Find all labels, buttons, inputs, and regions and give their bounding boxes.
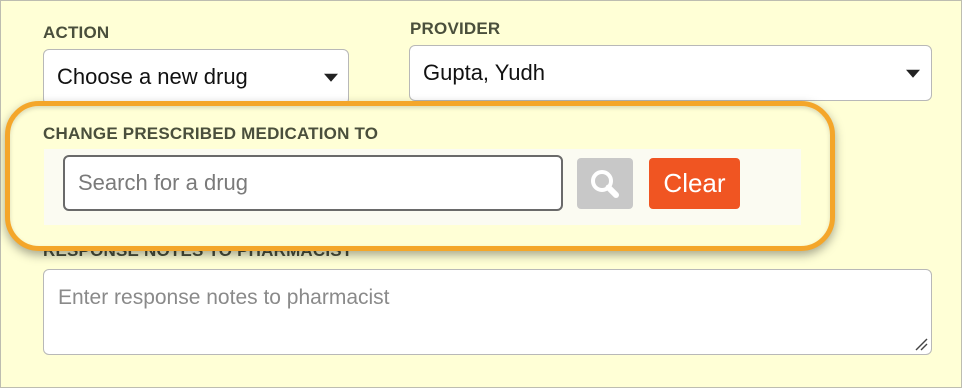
- search-button[interactable]: [577, 158, 633, 209]
- provider-select[interactable]: Gupta, Yudh: [409, 45, 932, 101]
- action-selected-value: Choose a new drug: [57, 64, 248, 89]
- provider-label: PROVIDER: [410, 19, 501, 38]
- notes-textarea[interactable]: Enter response notes to pharmacist: [43, 269, 932, 355]
- prescription-change-panel: ACTION Choose a new drug PROVIDER Gupta,…: [0, 0, 962, 388]
- action-select[interactable]: Choose a new drug: [43, 49, 349, 105]
- change-medication-label: CHANGE PRESCRIBED MEDICATION TO: [43, 124, 379, 143]
- clear-button[interactable]: Clear: [649, 158, 740, 209]
- provider-selected-value: Gupta, Yudh: [423, 60, 545, 85]
- chevron-down-icon: [906, 69, 920, 78]
- action-label: ACTION: [43, 23, 110, 42]
- resize-handle-icon[interactable]: [914, 337, 928, 351]
- notes-placeholder: Enter response notes to pharmacist: [58, 286, 390, 309]
- chevron-down-icon: [324, 73, 338, 82]
- magnifier-icon: [591, 170, 619, 198]
- drug-search-input[interactable]: Search for a drug: [63, 155, 563, 211]
- drug-search-placeholder: Search for a drug: [78, 170, 248, 195]
